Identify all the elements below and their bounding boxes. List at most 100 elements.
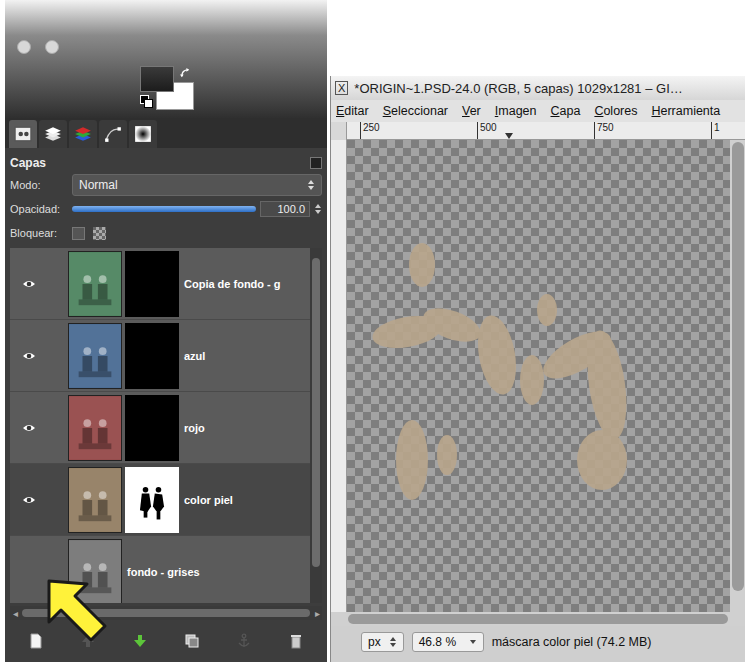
- ruler-tick: 1: [711, 122, 745, 139]
- eye-icon: [22, 351, 36, 361]
- mode-label: Modo:: [10, 179, 68, 191]
- eye-icon: [22, 423, 36, 433]
- opacity-slider[interactable]: [72, 206, 256, 212]
- dock-tab[interactable]: [99, 120, 127, 148]
- new-layer-icon: [28, 633, 44, 649]
- swap-colors-icon[interactable]: [180, 68, 191, 79]
- panel-menu-icon[interactable]: [310, 157, 322, 169]
- layer-thumbnail: [68, 467, 122, 533]
- layer-name[interactable]: rojo: [184, 422, 205, 434]
- dock-tabs: [5, 118, 327, 148]
- menu-item[interactable]: Ver: [462, 104, 481, 118]
- auto-icon[interactable]: [45, 40, 59, 54]
- dock-tab[interactable]: [69, 120, 97, 148]
- tool-options-icon: [14, 125, 32, 143]
- menu-item[interactable]: Colores: [594, 104, 637, 118]
- zoom-arrow-icon: [469, 636, 477, 648]
- layer-thumbnail: [68, 395, 122, 461]
- trash-icon: [288, 633, 304, 649]
- callout-arrow-icon: [44, 576, 114, 648]
- title-bar: X *ORIGIN~1.PSD-24.0 (RGB, 5 capas) 1029…: [331, 76, 745, 100]
- layer-row[interactable]: color piel: [10, 464, 310, 536]
- menu-item[interactable]: Editar: [336, 104, 369, 118]
- dropdown-arrows-icon: [307, 179, 315, 191]
- lock-label: Bloquear:: [10, 227, 68, 239]
- eye-icon: [22, 279, 36, 289]
- channels-icon: [74, 125, 92, 143]
- unit-arrows-icon: [389, 636, 397, 648]
- window-title: *ORIGIN~1.PSD-24.0 (RGB, 5 capas) 1029x1…: [354, 81, 682, 96]
- zoom-selector[interactable]: 46.8 %: [412, 632, 484, 652]
- lock-pixels-checkbox[interactable]: [72, 227, 85, 240]
- menu-item[interactable]: Herramienta: [651, 104, 720, 118]
- lock-alpha-icon[interactable]: [93, 227, 106, 240]
- menu-bar: Editar Seleccionar Ver Imagen Capa Colores Her…: [331, 100, 745, 122]
- layer-name[interactable]: color piel: [184, 494, 233, 506]
- layer-thumbnail: [68, 251, 122, 317]
- anchor-icon: [236, 633, 252, 649]
- ruler-tick: 750: [594, 122, 711, 139]
- menu-item[interactable]: Imagen: [495, 104, 537, 118]
- layer-mask[interactable]: [125, 323, 179, 389]
- layers-dock: Capas Modo: Normal Opacidad: 100.0 Bloqu…: [5, 0, 327, 662]
- pointer-marker: [505, 133, 513, 139]
- dock-header: [5, 0, 327, 118]
- layer-buttons: [10, 620, 322, 662]
- opacity-label: Opacidad:: [10, 203, 68, 215]
- paths-icon: [104, 125, 122, 143]
- layer-list: Copia de fondo - g azul rojo color piel …: [10, 248, 310, 603]
- layer-button[interactable]: [179, 628, 205, 654]
- layer-list-scrollbar[interactable]: [310, 248, 322, 603]
- layer-name[interactable]: fondo - grises: [127, 566, 200, 578]
- horizontal-ruler[interactable]: 2505007501: [347, 122, 745, 140]
- layer-name[interactable]: azul: [184, 350, 205, 362]
- ruler-tick: 500: [477, 122, 594, 139]
- layer-name[interactable]: Copia de fondo - g: [184, 278, 281, 290]
- layer-button[interactable]: [283, 628, 309, 654]
- layers-icon: [44, 125, 62, 143]
- image-canvas[interactable]: [347, 140, 730, 612]
- opacity-field[interactable]: 100.0: [260, 201, 310, 217]
- layer-button[interactable]: [127, 628, 153, 654]
- spin-arrows-icon[interactable]: [314, 203, 322, 215]
- visibility-toggle[interactable]: [10, 392, 68, 463]
- layer-row[interactable]: azul: [10, 320, 310, 392]
- foreground-color[interactable]: [140, 66, 174, 92]
- layer-mask[interactable]: [125, 395, 179, 461]
- image-window: X *ORIGIN~1.PSD-24.0 (RGB, 5 capas) 1029…: [330, 76, 745, 662]
- skin-mask-image: [347, 140, 722, 608]
- visibility-toggle[interactable]: [10, 320, 68, 391]
- panel-title: Capas: [10, 156, 46, 170]
- duplicate-layer-icon: [184, 633, 200, 649]
- status-bar: px 46.8 % máscara color piel (74.2 MB): [331, 626, 745, 662]
- layer-mask[interactable]: [125, 467, 179, 533]
- ruler-tick: 250: [360, 122, 477, 139]
- image-menu-icon[interactable]: [17, 40, 31, 54]
- status-message: máscara color piel (74.2 MB): [492, 635, 652, 649]
- eye-icon: [22, 495, 36, 505]
- visibility-toggle[interactable]: [10, 464, 68, 535]
- desktop: Capas Modo: Normal Opacidad: 100.0 Bloqu…: [0, 0, 745, 662]
- dock-tab[interactable]: [129, 120, 157, 148]
- menu-item[interactable]: Capa: [551, 104, 581, 118]
- dock-tab[interactable]: [9, 120, 37, 148]
- ruler-corner[interactable]: [331, 122, 347, 140]
- default-colors-icon[interactable]: [140, 95, 152, 107]
- layer-row[interactable]: rojo: [10, 392, 310, 464]
- menu-item[interactable]: Seleccionar: [383, 104, 448, 118]
- visibility-toggle[interactable]: [10, 248, 68, 319]
- color-swatches[interactable]: [140, 66, 195, 110]
- lower-layer-icon: [132, 633, 148, 649]
- layer-mask[interactable]: [125, 251, 179, 317]
- dock-tab[interactable]: [39, 120, 67, 148]
- canvas-scrollbar[interactable]: [730, 140, 745, 612]
- layer-row[interactable]: Copia de fondo - g: [10, 248, 310, 320]
- layer-button[interactable]: [231, 628, 257, 654]
- unit-selector[interactable]: px: [361, 632, 404, 652]
- mode-dropdown[interactable]: Normal: [72, 174, 322, 196]
- vertical-ruler[interactable]: [331, 140, 347, 612]
- layer-button[interactable]: [23, 628, 49, 654]
- layer-thumbnail: [68, 323, 122, 389]
- x11-icon: X: [335, 81, 348, 95]
- canvas-horizontal-scrollbar[interactable]: [331, 612, 745, 626]
